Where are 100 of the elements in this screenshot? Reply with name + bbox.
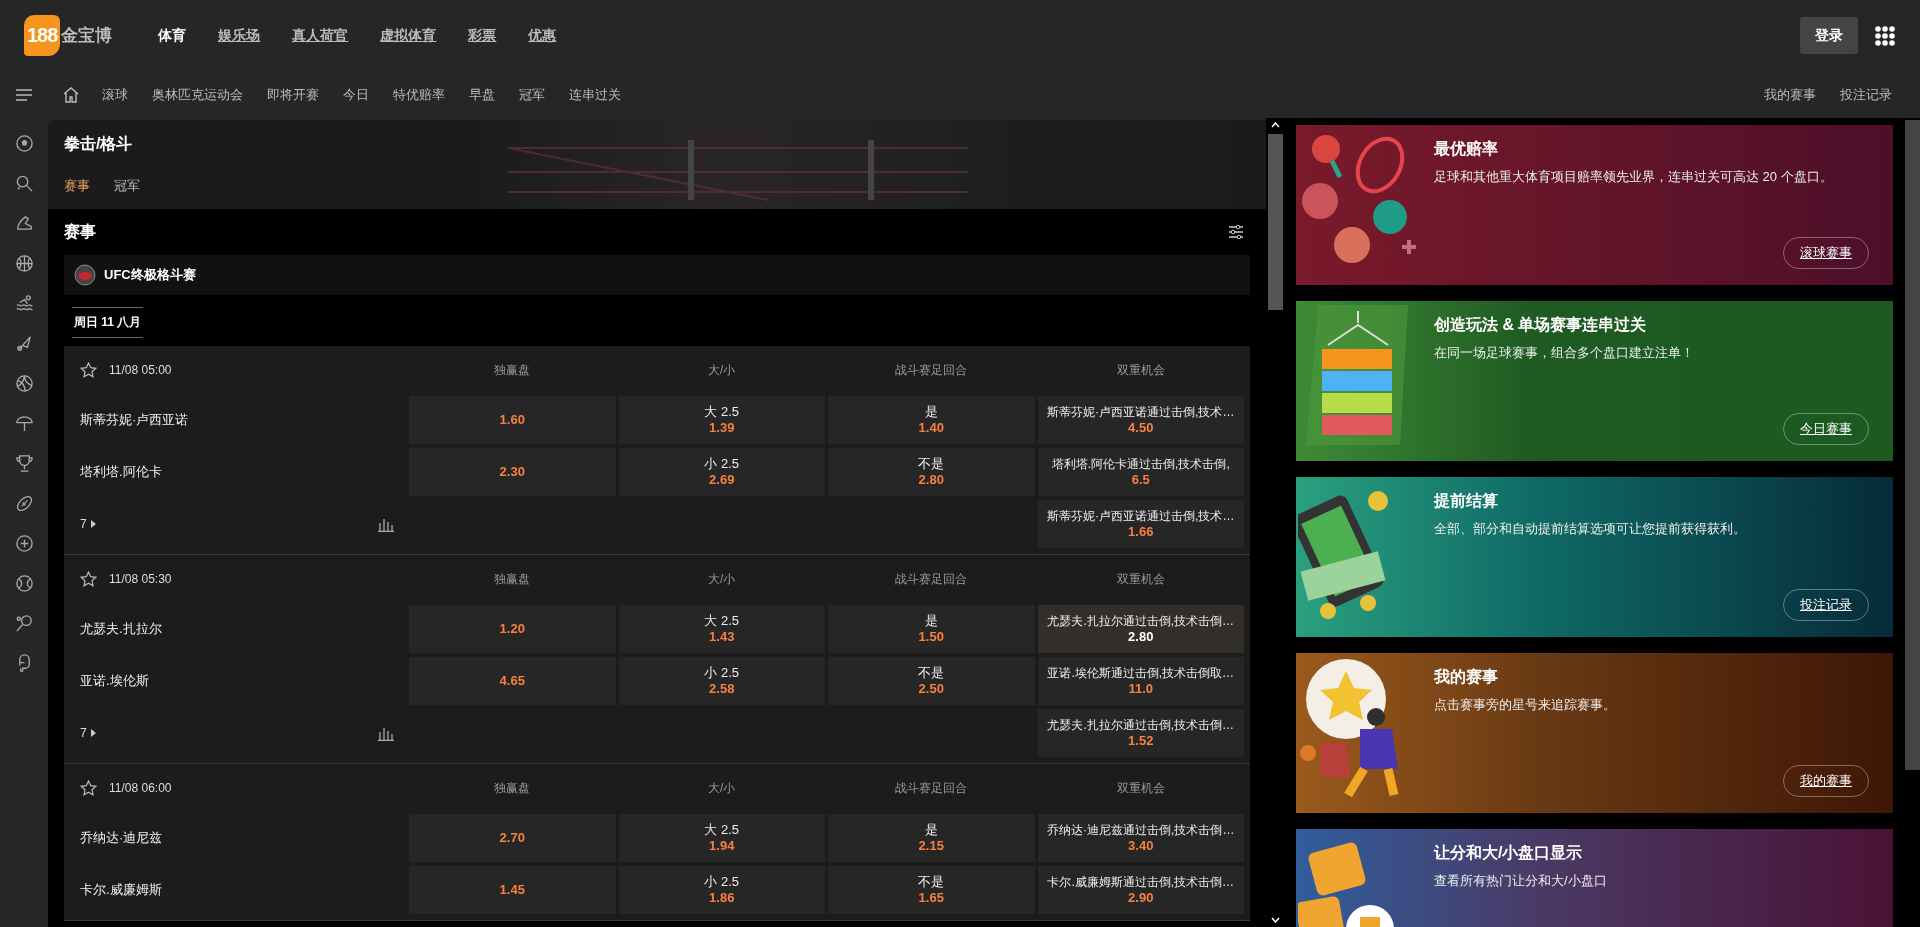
- header-link[interactable]: 投注记录: [1840, 85, 1892, 104]
- menu-icon[interactable]: [15, 87, 33, 102]
- odds-button[interactable]: 斯蒂芬妮·卢西亚诺通过击倒,技术… 4.50: [1037, 396, 1244, 444]
- scrollbar-thumb[interactable]: [1268, 134, 1283, 310]
- date-tab[interactable]: 周日 11 八月: [72, 307, 144, 338]
- odds-price: 2.70: [499, 830, 525, 846]
- scroll-down-icon[interactable]: [1271, 917, 1280, 923]
- volleyball-icon[interactable]: [14, 374, 34, 393]
- subnav-link[interactable]: 特优赔率: [393, 85, 445, 104]
- odds-label: 是: [924, 404, 938, 420]
- market-heading: 战斗赛足回合: [894, 570, 969, 588]
- odds-button[interactable]: 卡尔.威廉姆斯通过击倒,技术击倒… 2.90: [1037, 866, 1244, 914]
- tab[interactable]: 冠军: [114, 177, 140, 195]
- odds-price: 1.60: [499, 412, 525, 428]
- market-heading: 双重机会: [1115, 570, 1166, 588]
- banner-title: 提前结算: [1434, 491, 1499, 511]
- apps-grid-icon[interactable]: [1874, 24, 1896, 47]
- odds-button[interactable]: 乔纳达·迪尼兹通过击倒,技术击倒… 3.40: [1037, 814, 1244, 862]
- star-icon[interactable]: [80, 780, 97, 796]
- scrollbar-thumb[interactable]: [1904, 120, 1920, 770]
- odds-button[interactable]: 亚诺.埃伦斯通过击倒,技术击倒取… 11.0: [1037, 657, 1244, 705]
- odds-button[interactable]: 大 2.5 1.39: [618, 396, 825, 444]
- league-name[interactable]: UFC终极格斗赛: [104, 266, 196, 284]
- subnav-link[interactable]: 今日: [343, 85, 369, 104]
- odds-price: 2.69: [709, 472, 735, 488]
- subnav-link[interactable]: 连串过关: [569, 85, 621, 104]
- star-icon[interactable]: [80, 362, 97, 378]
- subnav-link[interactable]: 即将开赛: [267, 85, 319, 104]
- more-markets-link[interactable]: 7: [80, 726, 96, 740]
- market-heading: 双重机会: [1115, 779, 1166, 797]
- banner-text: 查看所有热门让分和大/小盘口: [1434, 872, 1608, 890]
- stats-icon[interactable]: [378, 725, 394, 741]
- odds-button[interactable]: 2.30: [409, 448, 616, 496]
- nav-link[interactable]: 虚拟体育: [380, 26, 437, 45]
- odds-button[interactable]: 塔利塔.阿伦卡通过击倒,技术击倒, 6.5: [1037, 448, 1244, 496]
- odds-button[interactable]: 小 2.5 2.58: [618, 657, 825, 705]
- odds-button[interactable]: 大 2.5 1.43: [618, 605, 825, 653]
- match-time: 11/08 06:00: [109, 781, 172, 795]
- odds-price: 4.50: [1128, 420, 1154, 436]
- scroll-up-icon[interactable]: [1271, 122, 1280, 128]
- swimmer-icon[interactable]: [14, 294, 34, 313]
- odds-button[interactable]: 2.70: [409, 814, 616, 862]
- odds-price: 1.45: [499, 882, 525, 898]
- more-markets-link[interactable]: 7: [80, 517, 96, 531]
- trophy-icon[interactable]: [14, 454, 34, 473]
- nav-link[interactable]: 真人荷官: [292, 26, 349, 45]
- odds-button[interactable]: 斯蒂芬妮·卢西亚诺通过击倒,技术… 1.66: [1037, 500, 1244, 548]
- odds-button[interactable]: 是 1.50: [828, 605, 1035, 653]
- home-icon[interactable]: [62, 85, 80, 104]
- nav-link[interactable]: 彩票: [468, 26, 497, 45]
- odds-button[interactable]: 尤瑟夫.扎拉尔通过击倒,技术击倒… 2.80: [1037, 605, 1244, 653]
- odds-button[interactable]: 4.65: [409, 657, 616, 705]
- odds-label: 大 2.5: [704, 613, 740, 629]
- fighter-name: 乔纳达·迪尼兹: [79, 829, 164, 847]
- odds-button[interactable]: 不是 1.65: [828, 866, 1035, 914]
- plus-circle-icon[interactable]: [14, 534, 34, 553]
- odds-button[interactable]: 小 2.5 2.69: [618, 448, 825, 496]
- odds-button[interactable]: 1.60: [409, 396, 616, 444]
- odds-price: 1.65: [918, 890, 944, 906]
- subnav-link[interactable]: 滚球: [102, 85, 128, 104]
- umbrella-icon[interactable]: [14, 414, 34, 433]
- subnav-link[interactable]: 早盘: [469, 85, 495, 104]
- odds-button[interactable]: 不是 2.50: [828, 657, 1035, 705]
- odds-label: 大 2.5: [704, 404, 740, 420]
- stats-icon[interactable]: [378, 516, 394, 532]
- ball-icon[interactable]: [14, 134, 34, 153]
- fighter-name: 斯蒂芬妮·卢西亚诺: [79, 411, 190, 429]
- odds-label: 不是: [918, 456, 945, 472]
- odds-button[interactable]: 小 2.5 1.86: [618, 866, 825, 914]
- odds-label: 塔利塔.阿伦卡通过击倒,技术击倒,: [1051, 456, 1230, 472]
- nav-link[interactable]: 体育: [158, 26, 187, 45]
- odds-price: 1.50: [918, 629, 944, 645]
- odds-button[interactable]: 是 2.15: [828, 814, 1035, 862]
- rugby-ball-icon[interactable]: [14, 494, 34, 513]
- odds-label: 是: [924, 822, 938, 838]
- odds-button[interactable]: 1.45: [409, 866, 616, 914]
- login-button[interactable]: 登录: [1800, 17, 1858, 54]
- tab[interactable]: 赛事: [64, 177, 90, 195]
- odds-price: 2.58: [709, 681, 735, 697]
- odds-price: 1.20: [499, 621, 525, 637]
- header-link[interactable]: 我的赛事: [1764, 85, 1816, 104]
- odds-price: 4.65: [499, 673, 525, 689]
- odds-button[interactable]: 1.20: [409, 605, 616, 653]
- market-heading: 独赢盘: [493, 361, 532, 379]
- nav-link[interactable]: 优惠: [528, 26, 557, 45]
- odds-price: 3.40: [1128, 838, 1154, 854]
- subnav-link[interactable]: 冠军: [519, 85, 545, 104]
- tennis-ball-icon[interactable]: [14, 574, 34, 593]
- scrollbar[interactable]: [1904, 118, 1920, 927]
- odds-button[interactable]: 尤瑟夫.扎拉尔通过击倒,技术击倒… 1.52: [1037, 709, 1244, 757]
- odds-button[interactable]: 不是 2.80: [828, 448, 1035, 496]
- filter-icon[interactable]: [1228, 225, 1244, 239]
- fighter-name: 尤瑟夫.扎拉尔: [79, 620, 163, 638]
- basketball-icon[interactable]: [14, 254, 34, 273]
- nav-link[interactable]: 娱乐场: [218, 26, 261, 45]
- odds-button[interactable]: 是 1.40: [828, 396, 1035, 444]
- subnav-link[interactable]: 奥林匹克运动会: [152, 85, 243, 104]
- logo-text[interactable]: 金宝博: [61, 24, 113, 47]
- odds-button[interactable]: 大 2.5 1.94: [618, 814, 825, 862]
- star-icon[interactable]: [80, 571, 97, 587]
